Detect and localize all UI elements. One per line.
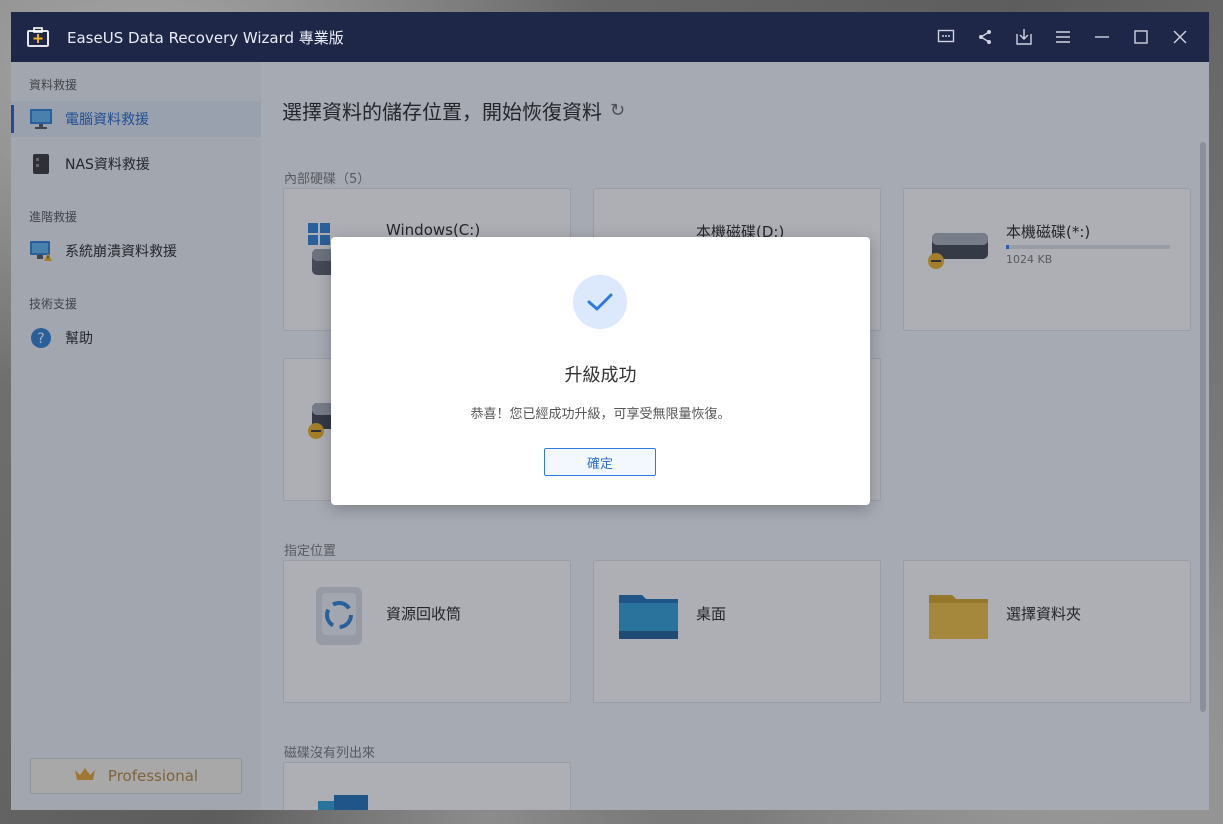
title-bar: EaseUS Data Recovery Wizard 專業版 — [11, 12, 1209, 62]
minimize-icon[interactable] — [1082, 12, 1121, 62]
share-icon[interactable] — [965, 12, 1004, 62]
dialog-message: 恭喜！您已經成功升級，可享受無限量恢復。 — [470, 407, 731, 422]
maximize-icon[interactable] — [1121, 12, 1160, 62]
feedback-icon[interactable] — [926, 12, 965, 62]
app-logo-icon — [27, 27, 49, 47]
download-icon[interactable] — [1004, 12, 1043, 62]
check-icon — [573, 275, 627, 329]
app-window: EaseUS Data Recovery Wizard 專業版 資料救援 電腦資… — [11, 12, 1209, 810]
menu-icon[interactable] — [1043, 12, 1082, 62]
app-title: EaseUS Data Recovery Wizard 專業版 — [67, 28, 344, 47]
close-icon[interactable] — [1160, 12, 1199, 62]
upgrade-success-dialog: 升級成功 恭喜！您已經成功升級，可享受無限量恢復。 確定 — [331, 237, 870, 505]
ok-button[interactable]: 確定 — [544, 448, 656, 476]
dialog-title: 升級成功 — [564, 365, 637, 386]
